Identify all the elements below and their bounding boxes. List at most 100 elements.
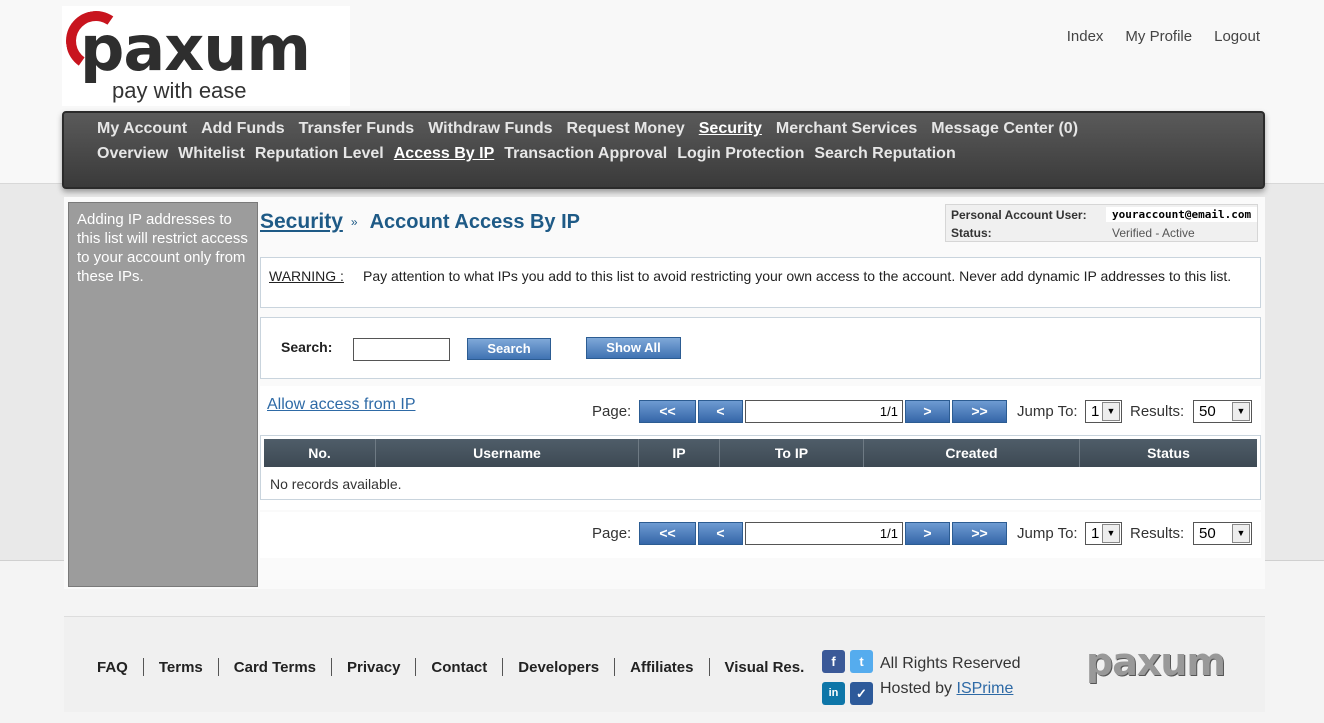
logo-wordmark: paxum xyxy=(80,12,311,85)
chevron-down-icon: ▼ xyxy=(1102,402,1120,421)
main-navigation: My Account Add Funds Transfer Funds With… xyxy=(62,111,1265,189)
account-user-value: youraccount@email.com xyxy=(1106,207,1258,222)
column-header-status[interactable]: Status xyxy=(1080,439,1257,467)
my-profile-link[interactable]: My Profile xyxy=(1125,28,1192,45)
warning-label: WARNING : xyxy=(269,268,344,284)
subnav-whitelist[interactable]: Whitelist xyxy=(178,145,245,163)
nav-request-money[interactable]: Request Money xyxy=(567,120,685,138)
linkedin-icon[interactable]: in xyxy=(822,682,845,705)
page-title: Account Access By IP xyxy=(369,210,581,233)
pager-first-button[interactable]: << xyxy=(639,522,696,545)
logout-link[interactable]: Logout xyxy=(1214,28,1260,45)
nav-my-account[interactable]: My Account xyxy=(97,120,187,138)
footer-rights: All Rights Reserved Hosted by ISPrime xyxy=(880,651,1021,701)
pager-jump-label: Jump To: xyxy=(1017,403,1078,420)
pager-prev-button[interactable]: < xyxy=(698,522,743,545)
pager-next-button[interactable]: > xyxy=(905,522,950,545)
pager-bottom: Page: << < 1/1 > >> Jump To: 1 ▼ Results… xyxy=(592,522,1252,546)
pager-jump-select[interactable]: 1 ▼ xyxy=(1085,400,1122,423)
sidebar-info: Adding IP addresses to this list will re… xyxy=(68,202,258,587)
table-header: No. Username IP To IP Created Status xyxy=(264,439,1257,467)
column-header-username[interactable]: Username xyxy=(376,439,639,467)
facebook-icon[interactable]: f xyxy=(822,650,845,673)
pager-results-select[interactable]: 50 ▼ xyxy=(1193,400,1252,423)
footer-link-card-terms[interactable]: Card Terms xyxy=(234,659,316,676)
index-link[interactable]: Index xyxy=(1067,28,1104,45)
subnav-login-protection[interactable]: Login Protection xyxy=(677,145,804,163)
pager-next-button[interactable]: > xyxy=(905,400,950,423)
paxum-logo[interactable]: paxum pay with ease xyxy=(61,6,350,106)
nav-primary-row: My Account Add Funds Transfer Funds With… xyxy=(97,120,1078,138)
show-all-button[interactable]: Show All xyxy=(586,337,681,359)
nav-add-funds[interactable]: Add Funds xyxy=(201,120,285,138)
pager-results-label: Results: xyxy=(1130,403,1185,420)
warning-box: WARNING : Pay attention to what IPs you … xyxy=(260,257,1261,308)
table-empty-message: No records available. xyxy=(270,476,402,492)
footer-divider xyxy=(614,658,616,676)
nav-message-center[interactable]: Message Center (0) xyxy=(931,120,1078,138)
column-header-ip[interactable]: IP xyxy=(639,439,720,467)
footer-link-contact[interactable]: Contact xyxy=(431,659,487,676)
allow-access-from-ip-link[interactable]: Allow access from IP xyxy=(267,396,415,414)
pager-jump-value: 1 xyxy=(1091,403,1100,420)
footer-divider xyxy=(331,658,333,676)
delicious-icon[interactable]: ✓ xyxy=(850,682,873,705)
footer-link-visual-res[interactable]: Visual Res. xyxy=(725,659,805,676)
nav-transfer-funds[interactable]: Transfer Funds xyxy=(299,120,415,138)
pager-page-label: Page: xyxy=(592,403,632,420)
rights-reserved-text: All Rights Reserved xyxy=(880,655,1021,672)
pager-last-button[interactable]: >> xyxy=(952,400,1007,423)
footer-link-developers[interactable]: Developers xyxy=(518,659,599,676)
account-status-value: Verified - Active xyxy=(1112,226,1195,240)
warning-text: Pay attention to what IPs you add to thi… xyxy=(363,268,1232,284)
footer-link-affiliates[interactable]: Affiliates xyxy=(630,659,693,676)
isprime-link[interactable]: ISPrime xyxy=(957,680,1014,697)
page-heading: Security » Account Access By IP xyxy=(260,210,580,234)
chevron-down-icon: ▼ xyxy=(1102,524,1120,543)
footer-divider xyxy=(415,658,417,676)
pager-results-value: 50 xyxy=(1199,403,1216,420)
account-user-label: Personal Account User: xyxy=(951,208,1087,222)
pager-page-info[interactable]: 1/1 xyxy=(745,400,903,423)
search-button[interactable]: Search xyxy=(467,338,551,360)
column-header-to-ip[interactable]: To IP xyxy=(720,439,864,467)
pager-jump-value: 1 xyxy=(1091,525,1100,542)
footer-links: FAQ Terms Card Terms Privacy Contact Dev… xyxy=(97,658,804,676)
subnav-access-by-ip[interactable]: Access By IP xyxy=(394,145,495,163)
search-input[interactable] xyxy=(353,338,450,361)
account-status-box: Personal Account User: youraccount@email… xyxy=(945,204,1258,242)
footer-link-terms[interactable]: Terms xyxy=(159,659,203,676)
subnav-overview[interactable]: Overview xyxy=(97,145,168,163)
column-header-created[interactable]: Created xyxy=(864,439,1080,467)
subnav-transaction-approval[interactable]: Transaction Approval xyxy=(504,145,667,163)
pager-page-info[interactable]: 1/1 xyxy=(745,522,903,545)
chevron-down-icon: ▼ xyxy=(1232,402,1250,421)
pager-prev-button[interactable]: < xyxy=(698,400,743,423)
ip-access-table: No. Username IP To IP Created Status No … xyxy=(260,435,1261,500)
subnav-reputation-level[interactable]: Reputation Level xyxy=(255,145,384,163)
column-header-no[interactable]: No. xyxy=(264,439,376,467)
top-links: Index My Profile Logout xyxy=(1067,28,1260,45)
pager-page-label: Page: xyxy=(592,525,632,542)
subnav-search-reputation[interactable]: Search Reputation xyxy=(814,145,955,163)
pager-first-button[interactable]: << xyxy=(639,400,696,423)
pager-last-button[interactable]: >> xyxy=(952,522,1007,545)
footer-link-privacy[interactable]: Privacy xyxy=(347,659,400,676)
twitter-icon[interactable]: t xyxy=(850,650,873,673)
pager-results-select[interactable]: 50 ▼ xyxy=(1193,522,1252,545)
pager-jump-select[interactable]: 1 ▼ xyxy=(1085,522,1122,545)
nav-secondary-row: Overview Whitelist Reputation Level Acce… xyxy=(97,145,956,163)
footer-link-faq[interactable]: FAQ xyxy=(97,659,128,676)
footer-divider xyxy=(502,658,504,676)
footer-paxum-logo: paxum xyxy=(1086,640,1226,684)
footer-divider xyxy=(708,658,710,676)
social-icons: f t in ✓ xyxy=(822,648,874,706)
nav-merchant-services[interactable]: Merchant Services xyxy=(776,120,917,138)
breadcrumb-security-link[interactable]: Security xyxy=(260,210,343,234)
breadcrumb-separator: » xyxy=(350,215,358,229)
nav-withdraw-funds[interactable]: Withdraw Funds xyxy=(428,120,552,138)
logo-tagline: pay with ease xyxy=(112,78,247,103)
pager-jump-label: Jump To: xyxy=(1017,525,1078,542)
nav-security[interactable]: Security xyxy=(699,120,762,138)
chevron-down-icon: ▼ xyxy=(1232,524,1250,543)
